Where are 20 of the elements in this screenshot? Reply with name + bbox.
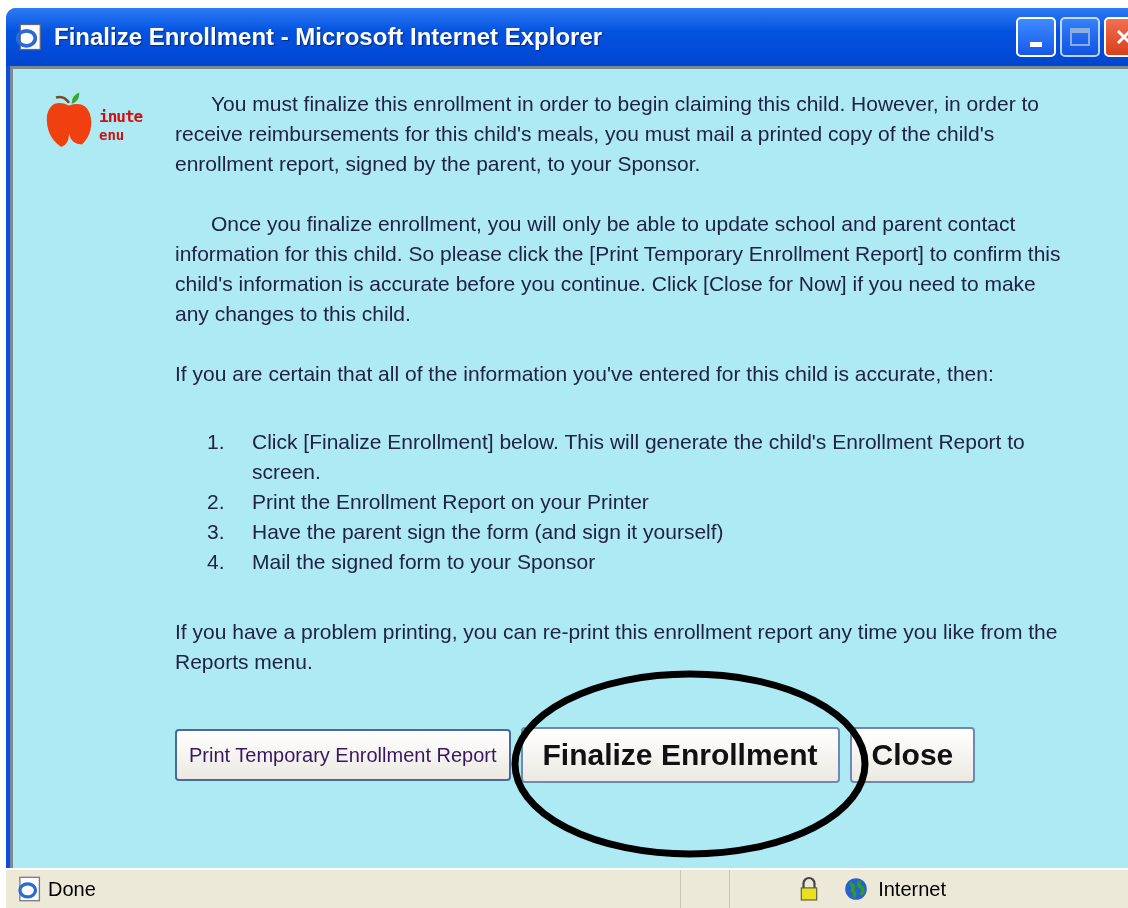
paragraph: Once you finalize enrollment, you will only be able to update school and parent contact information for this child. So please click the [Print Temporary Enrollment Report] to confirm this child's information is accurate before you continue. Click [Close for Now] if you need to make any changes to this child. bbox=[175, 211, 1062, 327]
window-title: Finalize Enrollment - Microsoft Internet Explorer bbox=[54, 23, 603, 51]
logo-text: inute bbox=[99, 107, 143, 126]
dialog-button[interactable]: Print Temporary Enrollment Report bbox=[175, 729, 511, 781]
paragraph: If you have a problem printing, you can re-print this enrollment report any time you like from the Reports menu. bbox=[175, 619, 1059, 675]
step-text: Mail the signed form to your Sponsor bbox=[252, 549, 596, 575]
step-text: Click [Finalize Enrollment] below. This will generate the child's Enrollment Report to screen. bbox=[252, 429, 1026, 485]
step-number: 1. bbox=[207, 429, 226, 455]
dialog-button[interactable]: Finalize Enrollment bbox=[520, 727, 840, 783]
step-text: Have the parent sign the form (and sign it yourself) bbox=[252, 519, 724, 545]
paragraph: You must finalize this enrollment in order to begin claiming this child. However, in order to receive reimbursements for this child's meals, you must mail a printed copy of the child's enrollment report, signed by the parent, to your Sponsor. bbox=[175, 91, 1040, 177]
paragraph: If you are certain that all of the information you've entered for this child is accurate, then: bbox=[175, 361, 995, 387]
step-number: 3. bbox=[207, 519, 226, 545]
dialog-button[interactable]: Close bbox=[849, 727, 976, 783]
status-text: Done bbox=[48, 877, 96, 901]
zone-text: Internet bbox=[878, 877, 946, 901]
step-text: Print the Enrollment Report on your Printer bbox=[252, 489, 649, 515]
logo-text: enu bbox=[99, 127, 125, 143]
step-number: 2. bbox=[207, 489, 226, 515]
step-number: 4. bbox=[207, 549, 226, 575]
